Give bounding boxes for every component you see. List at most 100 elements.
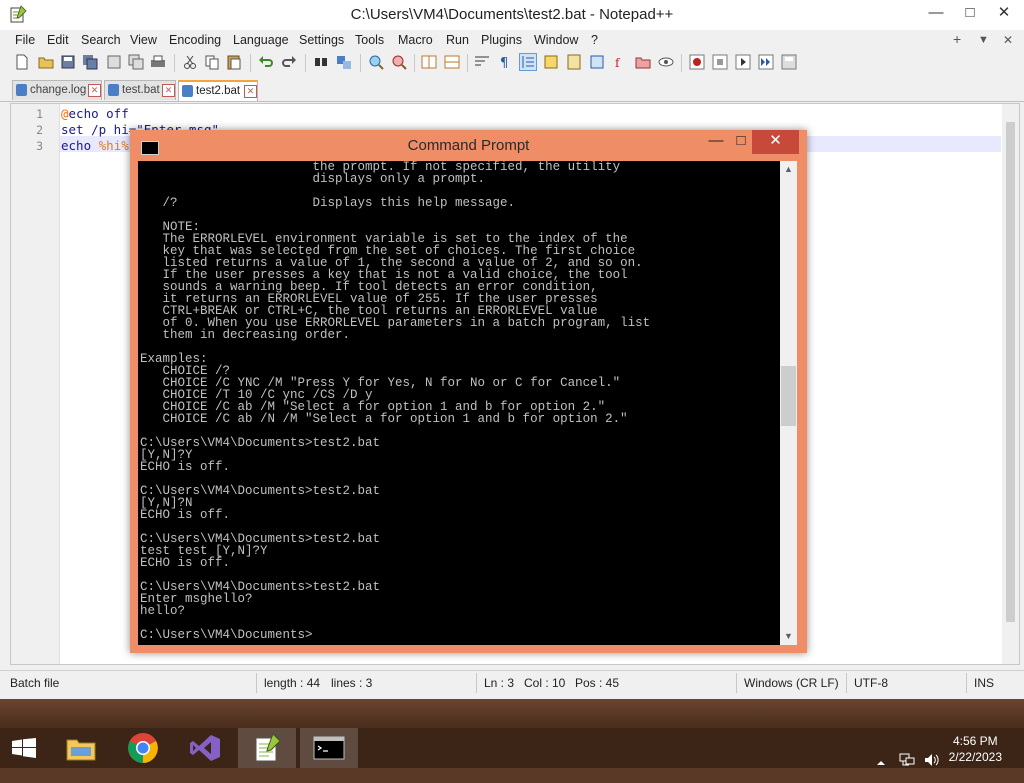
save-all-icon[interactable]	[82, 54, 98, 70]
start-button[interactable]	[0, 728, 48, 768]
clock-date: 2/22/2023	[948, 750, 1002, 764]
taskbar-notepadpp[interactable]	[238, 728, 296, 768]
menu-macro[interactable]: Macro	[398, 33, 433, 47]
menu-tools[interactable]: Tools	[355, 33, 384, 47]
menu-settings[interactable]: Settings	[299, 33, 344, 47]
monitoring-icon[interactable]	[658, 54, 674, 70]
clock-time: 4:56 PM	[952, 734, 998, 748]
cut-icon[interactable]	[182, 54, 198, 70]
cmd-minimize-button[interactable]: —	[702, 130, 730, 154]
folder-icon	[66, 739, 96, 761]
menu-edit[interactable]: Edit	[47, 33, 69, 47]
code-token: echo	[61, 138, 99, 153]
menu-search[interactable]: Search	[81, 33, 121, 47]
indent-guide-icon[interactable]	[519, 53, 537, 71]
visual-studio-icon	[190, 735, 220, 761]
close-doc-button[interactable]: ✕	[1003, 33, 1013, 47]
volume-icon[interactable]	[924, 740, 940, 780]
close-all-icon[interactable]	[128, 54, 144, 70]
menu-language[interactable]: Language	[233, 33, 289, 47]
document-map-icon[interactable]	[566, 54, 582, 70]
editor-scrollbar[interactable]	[1002, 104, 1019, 664]
menu-help[interactable]: ?	[591, 33, 598, 47]
undo-icon[interactable]	[258, 54, 274, 70]
system-clock[interactable]: 4:56 PM 2/22/2023	[949, 733, 1002, 765]
toolbar-separator	[360, 54, 361, 72]
console-text: the prompt. If not specified, the utilit…	[140, 161, 651, 642]
cmd-maximize-button[interactable]: □	[730, 130, 752, 154]
minimize-button[interactable]: —	[919, 0, 953, 28]
play-macro-icon[interactable]	[735, 54, 751, 70]
zoom-out-icon[interactable]	[391, 54, 407, 70]
copy-icon[interactable]	[204, 54, 220, 70]
status-lines: lines : 3	[331, 676, 373, 690]
paste-icon[interactable]	[226, 54, 242, 70]
new-file-icon[interactable]	[14, 54, 30, 70]
record-macro-icon[interactable]	[689, 54, 705, 70]
replace-icon[interactable]	[336, 54, 352, 70]
tab-test2-bat[interactable]: test2.bat ✕	[178, 80, 258, 101]
network-icon[interactable]	[898, 740, 916, 780]
user-language-icon[interactable]	[543, 54, 559, 70]
document-icon	[108, 84, 119, 96]
taskbar-visual-studio[interactable]	[176, 728, 234, 768]
run-macro-multiple-icon[interactable]	[758, 54, 774, 70]
folder-workspace-icon[interactable]	[635, 54, 651, 70]
taskbar-command-prompt[interactable]	[300, 728, 358, 768]
status-separator	[736, 673, 737, 693]
taskbar-file-explorer[interactable]	[52, 728, 110, 768]
menu-plugins[interactable]: Plugins	[481, 33, 522, 47]
tab-close-icon[interactable]: ✕	[162, 84, 175, 97]
show-hidden-icons-icon[interactable]	[876, 743, 886, 783]
command-prompt-window[interactable]: Command Prompt — □ ✕ the prompt. If not …	[130, 130, 807, 653]
tab-label: test.bat	[122, 84, 160, 96]
tab-label: change.log	[30, 84, 87, 96]
print-icon[interactable]	[150, 54, 166, 70]
close-button[interactable]: ✕	[987, 0, 1021, 28]
tab-change-log[interactable]: change.log ✕	[12, 80, 102, 100]
maximize-button[interactable]: □	[953, 0, 987, 28]
chrome-icon	[128, 733, 158, 763]
line-number: 3	[36, 139, 43, 153]
tab-close-icon[interactable]: ✕	[88, 84, 101, 97]
toolbar-separator	[467, 54, 468, 72]
status-length: length : 44	[264, 676, 321, 690]
sync-horizontal-icon[interactable]	[444, 54, 460, 70]
cmd-scrollbar[interactable]: ▲ ▼	[780, 161, 797, 645]
status-ln: Ln : 3	[484, 676, 515, 690]
menu-view[interactable]: View	[130, 33, 157, 47]
find-icon[interactable]	[313, 54, 329, 70]
tab-test-bat[interactable]: test.bat ✕	[104, 80, 176, 100]
open-file-icon[interactable]	[38, 54, 54, 70]
scroll-down-icon[interactable]: ▼	[780, 631, 797, 641]
scroll-up-icon[interactable]: ▲	[780, 164, 797, 174]
function-icon[interactable]: f	[612, 54, 628, 70]
save-icon[interactable]	[60, 54, 76, 70]
title-bar[interactable]: C:\Users\VM4\Documents\test2.bat - Notep…	[0, 0, 1024, 30]
tab-list-button[interactable]: ▼	[978, 34, 989, 46]
menu-window[interactable]: Window	[534, 33, 578, 47]
taskbar-chrome[interactable]	[114, 728, 172, 768]
menu-encoding[interactable]: Encoding	[169, 33, 221, 47]
line-number-gutter: 1 2 3	[11, 104, 60, 664]
menu-run[interactable]: Run	[446, 33, 469, 47]
function-list-icon[interactable]	[589, 54, 605, 70]
stop-macro-icon[interactable]	[712, 54, 728, 70]
window-title: C:\Users\VM4\Documents\test2.bat - Notep…	[350, 6, 674, 23]
status-separator	[256, 673, 257, 693]
redo-icon[interactable]	[281, 54, 297, 70]
tab-close-icon[interactable]: ✕	[244, 85, 257, 98]
new-tab-button[interactable]: +	[953, 31, 961, 47]
document-icon	[182, 85, 193, 97]
zoom-in-icon[interactable]	[368, 54, 384, 70]
save-macro-icon[interactable]	[781, 54, 797, 70]
menu-file[interactable]: File	[15, 33, 35, 47]
close-file-icon[interactable]	[106, 54, 122, 70]
scrollbar-thumb[interactable]	[1006, 122, 1015, 622]
word-wrap-icon[interactable]	[474, 54, 490, 70]
scrollbar-thumb[interactable]	[781, 366, 796, 426]
sync-vertical-icon[interactable]	[421, 54, 437, 70]
cmd-close-button[interactable]: ✕	[752, 130, 799, 154]
console-output[interactable]: the prompt. If not specified, the utilit…	[138, 161, 780, 645]
show-all-chars-icon[interactable]: ¶	[497, 54, 513, 70]
